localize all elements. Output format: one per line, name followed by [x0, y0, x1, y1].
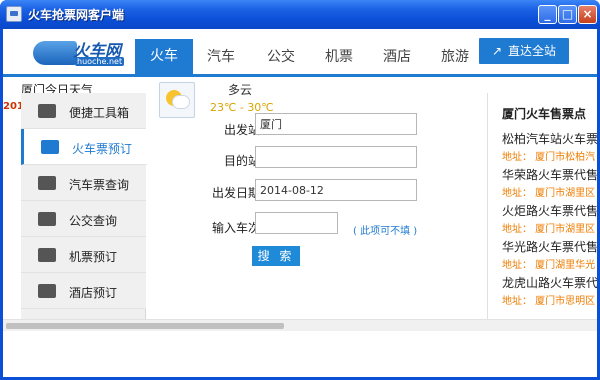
optional-hint: ( 此项可不填 ) — [353, 226, 418, 237]
tab-flight[interactable]: 机票 — [310, 43, 368, 77]
sale-point-name[interactable]: 华荣路火车票代售点 — [502, 166, 597, 183]
sale-point-name[interactable]: 华光路火车票代售点 — [502, 238, 597, 255]
sidebar-item-train-ticket[interactable]: 火车票预订 — [21, 129, 147, 165]
to-station-input[interactable] — [255, 146, 417, 168]
train-number-label: 输入车次: — [211, 221, 264, 235]
cloud-icon — [172, 95, 190, 109]
minimize-button[interactable]: _ — [538, 5, 557, 24]
maximize-button[interactable]: □ — [558, 5, 577, 24]
sale-points-title: 厦门火车售票点 — [502, 107, 587, 121]
window-title: 火车抢票网客户端 — [28, 8, 125, 22]
logo-domain: huoche.net — [75, 57, 125, 66]
sidebar-item-label: 汽车票查询 — [69, 178, 130, 192]
arrow-up-right-icon: ↗ — [491, 44, 503, 58]
sidebar-item-label: 便捷工具箱 — [69, 106, 130, 120]
sale-point-name[interactable]: 龙虎山路火车票代售 — [502, 274, 597, 291]
sidebar-item-bus-ticket[interactable]: 汽车票查询 — [21, 165, 146, 201]
content-area: 火车网 huoche.net 火车 汽车 公交 机票 酒店 旅游 ↗ 直达全站 厦… — [3, 29, 597, 377]
close-button[interactable]: × — [578, 5, 597, 24]
sidebar-item-label: 机票预订 — [69, 250, 118, 264]
depart-date-input[interactable] — [255, 179, 417, 201]
sale-point-name[interactable]: 松柏汽车站火车票代售 — [502, 130, 597, 147]
toolbox-icon — [38, 104, 56, 118]
sidebar-item-label: 火车票预订 — [72, 142, 133, 156]
depart-date-label: 出发日期: — [211, 186, 264, 200]
sale-point-name[interactable]: 火炬路火车票代售点 — [502, 202, 597, 219]
sidebar-item-flight[interactable]: 机票预订 — [21, 237, 146, 273]
direct-site-label: 直达全站 — [508, 44, 557, 58]
header: 火车网 huoche.net 火车 汽车 公交 机票 酒店 旅游 ↗ 直达全站 — [3, 29, 597, 77]
direct-site-button[interactable]: ↗ 直达全站 — [479, 38, 569, 64]
weather-condition: 多云 — [228, 83, 253, 97]
sidebar-item-label: 公交查询 — [69, 214, 118, 228]
app-icon — [6, 6, 22, 22]
sidebar-item-hotel[interactable]: 酒店预订 — [21, 273, 146, 309]
search-button[interactable]: 搜 索 — [252, 246, 300, 266]
train-icon — [41, 140, 59, 154]
logo[interactable]: 火车网 huoche.net — [33, 35, 133, 71]
sale-point-address: 地址： 厦门市松柏汽 — [502, 152, 596, 163]
bus-icon — [38, 176, 56, 190]
from-station-label: 出发站: — [223, 123, 264, 137]
from-station-input[interactable] — [255, 113, 417, 135]
tab-bus[interactable]: 汽车 — [192, 43, 250, 77]
horizontal-scrollbar[interactable] — [3, 319, 597, 331]
to-station-label: 目的站: — [223, 154, 264, 168]
hotel-icon — [38, 284, 56, 298]
title-bar[interactable]: 火车抢票网客户端 _ □ × — [0, 0, 600, 29]
sidebar: 便捷工具箱 火车票预订 汽车票查询 公交查询 机票预订 酒店预订 — [21, 93, 147, 319]
train-number-input[interactable] — [255, 212, 338, 234]
client-area: 火车网 huoche.net 火车 汽车 公交 机票 酒店 旅游 ↗ 直达全站 厦… — [3, 29, 597, 377]
tab-hotel[interactable]: 酒店 — [368, 43, 426, 77]
sidebar-item-label: 酒店预订 — [69, 286, 118, 300]
sidebar-item-transit[interactable]: 公交查询 — [21, 201, 146, 237]
scrollbar-thumb[interactable] — [6, 323, 284, 329]
cloudy-weather-icon — [159, 82, 195, 118]
sale-points-panel: 厦门火车售票点 松柏汽车站火车票代售 地址： 厦门市松柏汽 华荣路火车票代售点 … — [487, 93, 597, 319]
app-window: 火车抢票网客户端 _ □ × 火车网 huoche.net 火车 汽车 公交 机… — [0, 0, 600, 380]
empty-area — [3, 331, 597, 377]
tab-train[interactable]: 火车 — [135, 39, 193, 77]
sidebar-item-toolbox[interactable]: 便捷工具箱 — [21, 93, 146, 129]
tab-transit[interactable]: 公交 — [252, 43, 310, 77]
train-logo-icon — [33, 41, 77, 65]
sale-point-address: 地址： 厦门市思明区 — [502, 296, 596, 307]
sale-point-address: 地址： 厦门市湖里区 — [502, 224, 596, 235]
airplane-icon — [38, 248, 56, 262]
sale-point-address: 地址： 厦门市湖里区 — [502, 188, 596, 199]
transit-bus-icon — [38, 212, 56, 226]
tab-travel[interactable]: 旅游 — [426, 43, 484, 77]
sale-point-address: 地址： 厦门湖里华光 — [502, 260, 596, 271]
